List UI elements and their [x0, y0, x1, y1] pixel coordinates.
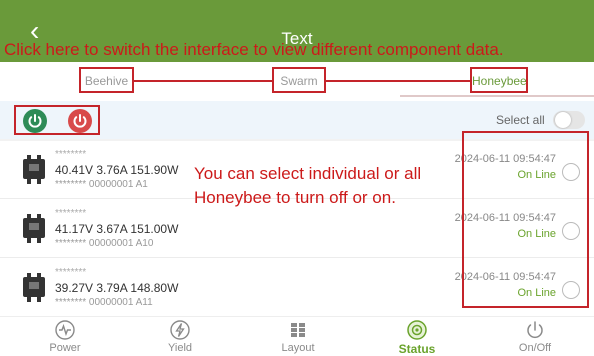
- power-wave-icon: [55, 320, 75, 340]
- device-serial: ********: [55, 149, 87, 160]
- device-metrics: 39.27V 3.79A 148.80W: [55, 281, 179, 295]
- toggle-knob: [555, 112, 571, 128]
- nav-label: Power: [49, 342, 81, 354]
- nav-label: Layout: [281, 342, 315, 354]
- power-icon: [527, 321, 543, 339]
- microinverter-icon: [23, 273, 45, 302]
- component-tabs: Beehive Swarm Honeybee: [0, 62, 594, 100]
- nav-label: On/Off: [518, 342, 552, 354]
- select-all-toggle[interactable]: [553, 111, 585, 129]
- device-serial: ********: [55, 267, 87, 278]
- annotation-connector: [326, 80, 470, 82]
- annotation-box: [462, 131, 589, 308]
- status-icon: [407, 320, 427, 340]
- tab-beehive[interactable]: Beehive: [79, 67, 134, 93]
- device-metrics: 41.17V 3.67A 151.00W: [55, 222, 179, 236]
- microinverter-icon: [23, 214, 45, 243]
- microinverter-icon: [23, 155, 45, 184]
- nav-onoff[interactable]: On/Off: [500, 319, 570, 354]
- nav-power[interactable]: Power: [30, 319, 100, 354]
- nav-yield[interactable]: Yield: [145, 319, 215, 354]
- power-on-button[interactable]: [23, 109, 47, 133]
- nav-layout[interactable]: Layout: [263, 319, 333, 354]
- nav-label: Yield: [167, 342, 193, 354]
- device-metrics: 40.41V 3.76A 151.90W: [55, 163, 179, 177]
- tab-honeybee[interactable]: Honeybee: [470, 67, 528, 93]
- nav-label: Status: [398, 342, 436, 356]
- select-all-label: Select all: [496, 113, 545, 127]
- active-tab-indicator: [400, 95, 594, 97]
- device-serial: ********: [55, 208, 87, 219]
- annotation-select-devices: You can select individual or all Honeybe…: [194, 164, 422, 207]
- device-id: ******** 00000001 A1: [55, 179, 148, 190]
- device-id: ******** 00000001 A11: [55, 297, 153, 308]
- lightning-icon: [170, 320, 190, 340]
- power-off-icon: [73, 114, 87, 128]
- annotation-connector: [134, 80, 272, 82]
- annotation-switch-interface: Click here to switch the interface to vi…: [4, 40, 504, 59]
- power-on-icon: [28, 114, 42, 128]
- tab-swarm[interactable]: Swarm: [272, 67, 326, 93]
- nav-status[interactable]: Status: [382, 319, 452, 356]
- device-id: ******** 00000001 A10: [55, 238, 154, 249]
- grid-icon: [291, 323, 305, 337]
- bottom-nav: Power Yield Layout Status On/Off: [0, 316, 594, 356]
- power-off-button[interactable]: [68, 109, 92, 133]
